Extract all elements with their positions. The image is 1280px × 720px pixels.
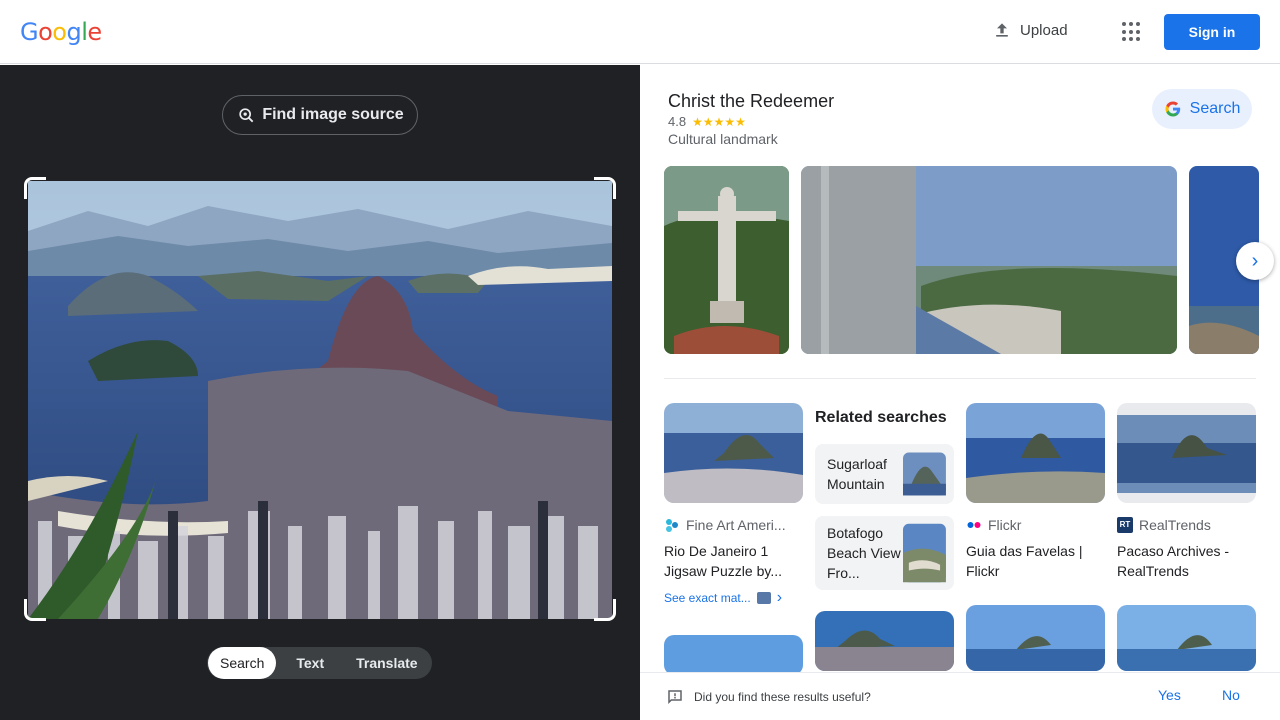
result-card[interactable]: Fine Art Ameri... Rio De Janeiro 1 Jigsa… — [664, 403, 803, 607]
result-thumbnail[interactable] — [966, 605, 1105, 671]
top-bar: Google Upload Sign in — [0, 0, 1280, 64]
find-image-source-button[interactable]: Find image source — [222, 95, 418, 135]
entity-type: Cultural landmark — [668, 131, 778, 147]
results-pane: Christ the Redeemer 4.8 ★★★★★ Cultural l… — [640, 65, 1280, 720]
see-exact-matches-link[interactable]: See exact mat... › — [664, 589, 803, 607]
google-logo[interactable]: Google — [20, 18, 102, 47]
result-source-name: RealTrends — [1139, 517, 1211, 533]
feedback-yes-button[interactable]: Yes — [1158, 687, 1181, 703]
gallery-image[interactable] — [801, 166, 1177, 354]
entity-search-label: Search — [1189, 100, 1241, 117]
related-search-thumbnail — [903, 452, 946, 496]
mode-text-tab[interactable]: Text — [284, 647, 336, 679]
result-thumbnail[interactable] — [664, 635, 803, 675]
entity-title[interactable]: Christ the Redeemer — [668, 91, 834, 112]
lens-search-icon — [239, 108, 254, 123]
chevron-right-icon: › — [1251, 249, 1259, 272]
result-source[interactable]: Fine Art Ameri... — [664, 517, 803, 533]
result-thumbnail[interactable] — [815, 611, 954, 671]
related-searches-heading: Related searches — [815, 409, 947, 426]
crop-corner-top-left[interactable] — [24, 177, 46, 199]
crop-corner-bottom-right[interactable] — [594, 599, 616, 621]
sign-in-button[interactable]: Sign in — [1164, 14, 1260, 50]
fine-art-america-icon — [666, 519, 678, 532]
related-search-label: Sugarloaf Mountain — [827, 456, 887, 492]
realtrends-icon: RT — [1117, 517, 1133, 533]
google-g-icon — [1165, 101, 1180, 117]
crop-corner-top-right[interactable] — [594, 177, 616, 199]
related-search-label: Botafogo Beach View Fro... — [827, 525, 901, 581]
mode-search-tab[interactable]: Search — [208, 647, 277, 679]
section-divider — [664, 378, 1256, 379]
upload-button[interactable]: Upload — [992, 20, 1068, 40]
mode-switcher: Search Text Translate — [207, 647, 432, 679]
exact-match-thumbnail-icon — [756, 592, 771, 604]
feedback-question: Did you find these results useful? — [694, 689, 871, 704]
result-thumbnail[interactable] — [1117, 403, 1256, 503]
apps-grid-icon[interactable] — [1122, 22, 1142, 42]
find-image-source-label: Find image source — [262, 106, 404, 123]
entity-rating: 4.8 ★★★★★ — [668, 114, 746, 129]
see-exact-matches-label: See exact mat... — [664, 591, 751, 605]
result-card[interactable]: Flickr Guia das Favelas | Flickr — [966, 403, 1105, 581]
feedback-no-button[interactable]: No — [1222, 687, 1240, 703]
query-image — [28, 181, 612, 619]
result-card[interactable]: RT RealTrends Pacaso Archives - RealTren… — [1117, 403, 1256, 581]
result-source[interactable]: RT RealTrends — [1117, 517, 1256, 533]
gallery-next-button[interactable]: › — [1236, 242, 1274, 280]
mode-translate-tab[interactable]: Translate — [344, 647, 429, 679]
result-thumbnail[interactable] — [966, 403, 1105, 503]
chevron-right-icon: › — [776, 589, 783, 606]
rating-stars-icon: ★★★★★ — [692, 114, 746, 129]
result-title[interactable]: Rio De Janeiro 1 Jigsaw Puzzle by... — [664, 541, 803, 581]
related-search-item[interactable]: Botafogo Beach View Fro... — [815, 516, 954, 590]
image-pane: Find image source Search Text Translate — [0, 65, 640, 720]
crop-corner-bottom-left[interactable] — [24, 599, 46, 621]
rating-value: 4.8 — [668, 114, 687, 129]
feedback-icon — [668, 689, 682, 704]
result-title[interactable]: Guia das Favelas | Flickr — [966, 541, 1105, 581]
result-title[interactable]: Pacaso Archives - RealTrends — [1117, 541, 1256, 581]
result-card[interactable] — [1117, 605, 1256, 671]
result-card[interactable] — [966, 605, 1105, 671]
upload-icon — [996, 23, 1008, 37]
upload-label: Upload — [1020, 21, 1068, 39]
result-source-name: Flickr — [988, 517, 1022, 533]
related-search-item[interactable]: Sugarloaf Mountain — [815, 444, 954, 504]
result-card[interactable] — [815, 611, 954, 671]
result-source[interactable]: Flickr — [966, 517, 1105, 533]
entity-search-button[interactable]: Search — [1152, 89, 1252, 129]
result-source-name: Fine Art Ameri... — [686, 517, 786, 533]
flickr-icon — [967, 522, 981, 528]
related-search-thumbnail — [903, 523, 946, 583]
feedback-bar: Did you find these results useful? Yes N… — [640, 672, 1280, 720]
gallery-image[interactable] — [664, 166, 789, 354]
result-card[interactable] — [664, 635, 803, 675]
result-thumbnail[interactable] — [664, 403, 803, 503]
result-thumbnail[interactable] — [1117, 605, 1256, 671]
